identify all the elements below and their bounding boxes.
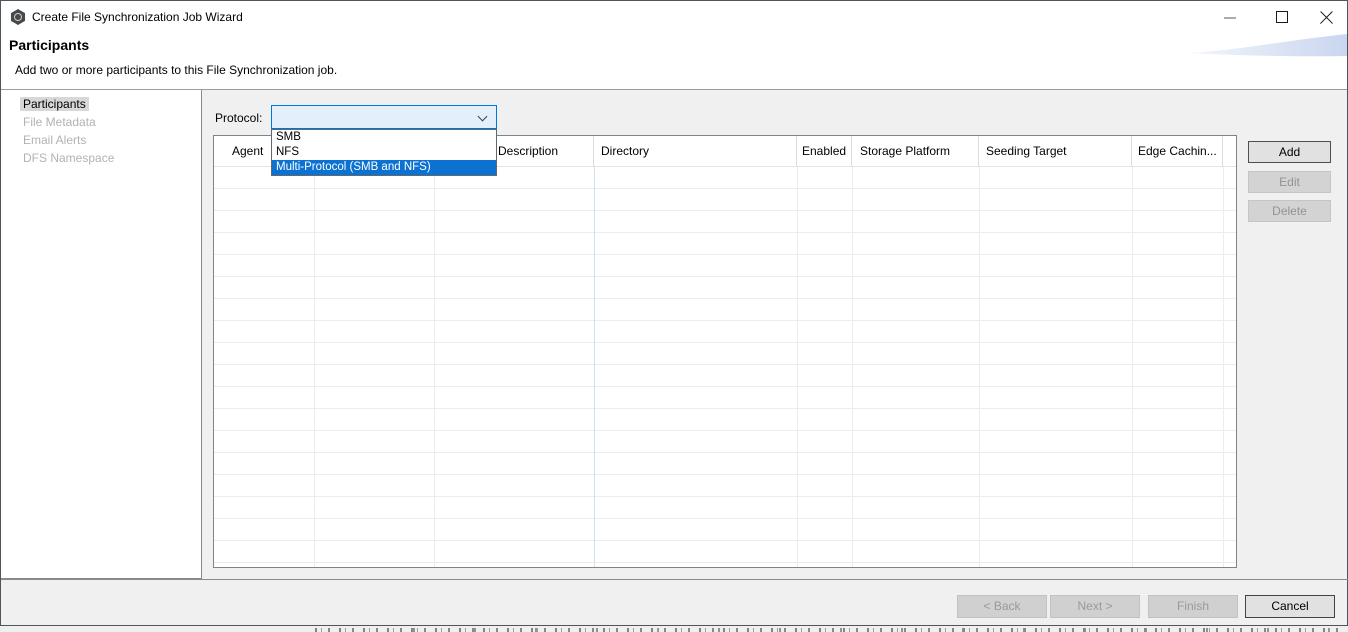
- next-button[interactable]: Next >: [1050, 595, 1140, 618]
- protocol-select[interactable]: [271, 105, 497, 129]
- column-header-filler: [1223, 136, 1236, 167]
- close-icon: [1319, 10, 1334, 25]
- column-header-seeding-target[interactable]: Seeding Target: [979, 136, 1132, 167]
- grid-line: [797, 167, 798, 567]
- window-title: Create File Synchronization Job Wizard: [32, 10, 243, 24]
- option-nfs[interactable]: NFS: [272, 145, 496, 160]
- maximize-icon: [1276, 11, 1288, 23]
- cancel-button[interactable]: Cancel: [1245, 595, 1335, 618]
- sidebar-item-label: DFS Namespace: [20, 151, 117, 165]
- content-footer-divider: [1, 579, 1348, 580]
- grid-line: [1223, 167, 1224, 567]
- background-clipped-text: [0, 626, 1348, 632]
- column-header-storage-platform[interactable]: Storage Platform: [852, 136, 979, 167]
- clipped-text-marks: [315, 628, 1344, 632]
- close-button[interactable]: [1303, 1, 1348, 33]
- minimize-button[interactable]: [1207, 1, 1253, 33]
- column-header-directory[interactable]: Directory: [594, 136, 797, 167]
- sidebar-item-label: Participants: [20, 97, 89, 111]
- edit-button[interactable]: Edit: [1248, 171, 1331, 193]
- grid-line: [852, 167, 853, 567]
- sidebar-item-participants[interactable]: Participants: [1, 96, 201, 114]
- participants-table: Agent Description Directory Enabled Stor…: [213, 135, 1237, 568]
- sidebar-item-email-alerts[interactable]: Email Alerts: [1, 132, 201, 150]
- screen: Create File Synchronization Job Wizard P…: [0, 0, 1348, 632]
- sidebar-item-label: Email Alerts: [20, 133, 89, 147]
- option-smb[interactable]: SMB: [272, 130, 496, 145]
- grid-line: [314, 167, 315, 567]
- chevron-down-icon: [478, 112, 488, 122]
- wizard-dialog: Create File Synchronization Job Wizard P…: [0, 0, 1348, 626]
- back-button[interactable]: < Back: [957, 595, 1047, 618]
- banner-swoosh-decoration: [1187, 31, 1347, 61]
- column-header-enabled[interactable]: Enabled: [797, 136, 852, 167]
- grid-line: [434, 167, 435, 567]
- grid-line: [979, 167, 980, 567]
- sidebar-item-label: File Metadata: [20, 115, 99, 129]
- titlebar: Create File Synchronization Job Wizard: [1, 1, 1347, 33]
- column-header-edge-caching[interactable]: Edge Cachin...: [1132, 136, 1223, 167]
- grid-line-highlighted: [594, 167, 595, 567]
- add-button[interactable]: Add: [1248, 141, 1331, 163]
- protocol-dropdown-list: SMB NFS Multi-Protocol (SMB and NFS): [271, 129, 497, 176]
- page-subtitle: Add two or more participants to this Fil…: [15, 63, 337, 77]
- app-icon: [10, 9, 26, 25]
- protocol-label: Protocol:: [215, 111, 262, 125]
- wizard-steps-sidebar: Participants File Metadata Email Alerts …: [1, 90, 202, 579]
- maximize-button[interactable]: [1259, 1, 1305, 33]
- grid-line: [1132, 167, 1133, 567]
- wizard-banner: Participants Add two or more participant…: [1, 33, 1347, 90]
- finish-button[interactable]: Finish: [1148, 595, 1238, 618]
- minimize-icon: [1224, 17, 1236, 19]
- option-multi-protocol[interactable]: Multi-Protocol (SMB and NFS): [272, 160, 496, 175]
- delete-button[interactable]: Delete: [1248, 200, 1331, 222]
- page-title: Participants: [9, 37, 89, 53]
- sidebar-item-file-metadata[interactable]: File Metadata: [1, 114, 201, 132]
- sidebar-item-dfs-namespace[interactable]: DFS Namespace: [1, 150, 201, 168]
- table-body-empty[interactable]: [214, 167, 1236, 567]
